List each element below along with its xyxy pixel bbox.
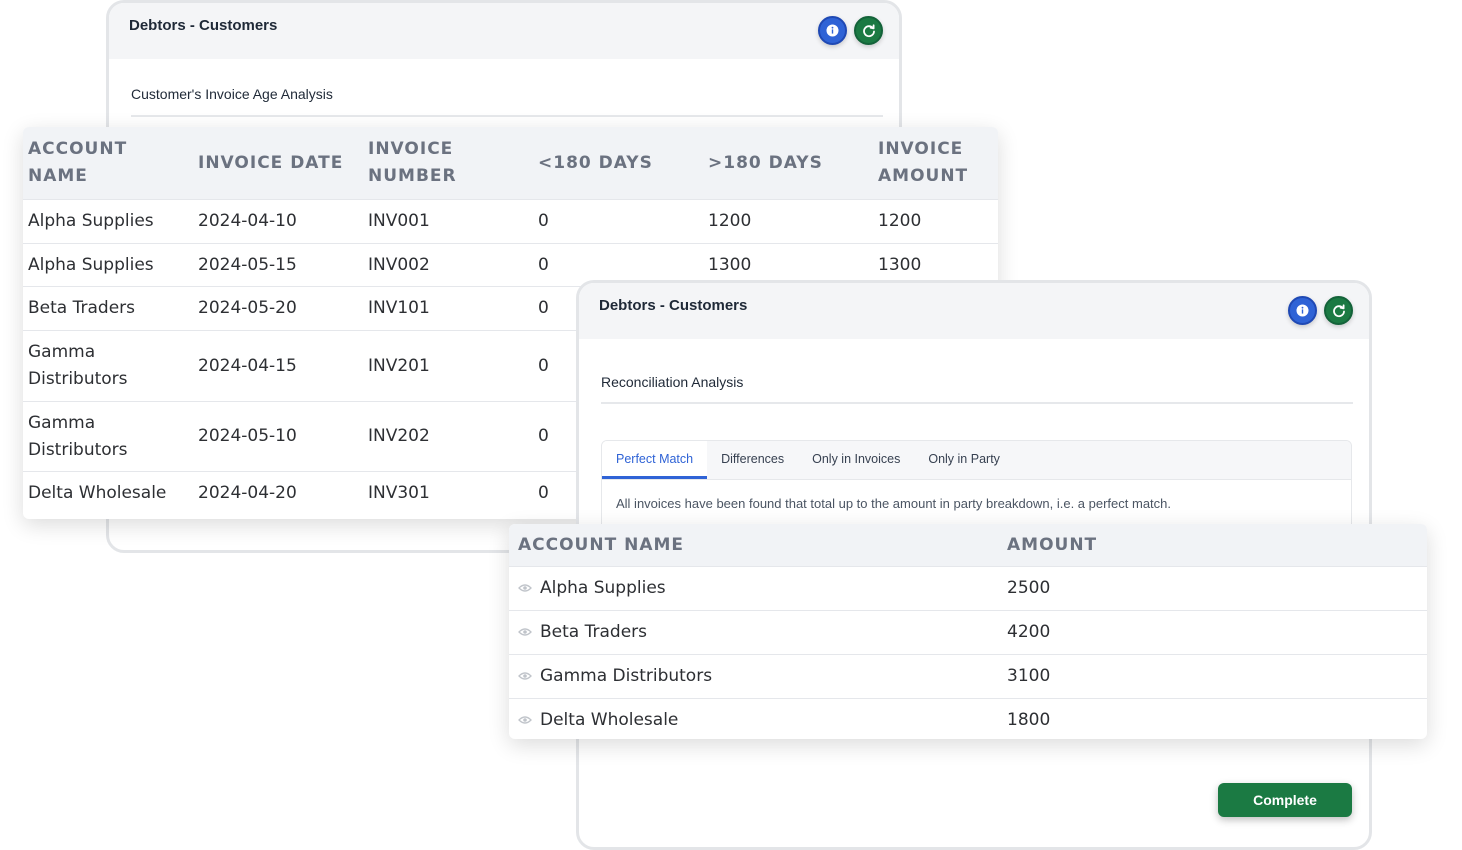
table-cell: INV201: [363, 330, 533, 402]
tab-only-in-invoices[interactable]: Only in Invoices: [798, 441, 914, 479]
table-cell: INV001: [363, 199, 533, 244]
column-header[interactable]: Invoice Number: [363, 127, 533, 200]
table-cell: Alpha Supplies: [509, 566, 998, 611]
table-cell: Beta Traders: [509, 610, 998, 655]
tab-message: All invoices have been found that total …: [616, 496, 1172, 511]
column-header[interactable]: Invoice Amount: [873, 127, 998, 200]
column-header[interactable]: <180 Days: [533, 127, 703, 200]
card-title: Debtors - Customers: [129, 17, 278, 34]
tab-strip: Perfect Match Differences Only in Invoic…: [602, 441, 1351, 480]
account-name: Beta Traders: [540, 622, 647, 642]
table-cell: 0: [533, 199, 703, 244]
table-cell: Gamma Distributors: [509, 654, 998, 699]
table-cell: 3100: [998, 654, 1427, 699]
column-header[interactable]: Account Name: [509, 524, 998, 567]
info-button[interactable]: [818, 16, 847, 45]
refresh-icon: [862, 23, 875, 37]
card-subtitle: Reconciliation Analysis: [601, 374, 744, 390]
table-cell: 4200: [998, 610, 1427, 655]
card-title: Debtors - Customers: [599, 297, 748, 314]
refresh-button[interactable]: [1324, 296, 1353, 325]
column-header[interactable]: Account Name: [23, 127, 193, 200]
table-cell: Alpha Supplies: [23, 199, 193, 244]
table-cell: INV301: [363, 471, 533, 516]
table-cell: INV002: [363, 243, 533, 287]
complete-button[interactable]: Complete: [1218, 783, 1352, 817]
reconciliation-tabs: Perfect Match Differences Only in Invoic…: [601, 440, 1352, 530]
table-row[interactable]: Gamma Distributors 3100: [509, 654, 1427, 699]
table-cell: Gamma Distributors: [23, 401, 193, 472]
table-row[interactable]: Alpha Supplies 2500: [509, 566, 1427, 611]
table-cell: Gamma Distributors: [23, 330, 193, 402]
table-row[interactable]: Beta Traders 4200: [509, 610, 1427, 655]
tab-differences[interactable]: Differences: [707, 441, 798, 479]
column-header[interactable]: Invoice Date: [193, 127, 363, 200]
table-cell: 1800: [998, 698, 1427, 739]
table-cell: INV101: [363, 286, 533, 331]
table-cell: 2024-04-10: [193, 199, 363, 244]
table-cell: Alpha Supplies: [23, 243, 193, 287]
card-subtitle: Customer's Invoice Age Analysis: [131, 86, 333, 102]
tab-only-in-party[interactable]: Only in Party: [914, 441, 1014, 479]
refresh-icon: [1332, 303, 1345, 317]
table-cell: 2024-05-15: [193, 243, 363, 287]
column-header[interactable]: Amount: [998, 524, 1427, 567]
refresh-button[interactable]: [854, 16, 883, 45]
table-cell: INV202: [363, 401, 533, 472]
table-row[interactable]: Delta Wholesale 1800: [509, 698, 1427, 739]
table-cell: 2024-05-20: [193, 286, 363, 331]
column-header[interactable]: >180 Days: [703, 127, 873, 200]
table-cell: Delta Wholesale: [23, 471, 193, 516]
account-name: Alpha Supplies: [540, 578, 666, 598]
table-cell: 1200: [873, 199, 998, 244]
perfect-match-table: Account Name Amount Alpha Supplies 2500: [509, 524, 1427, 739]
info-icon: [826, 24, 839, 37]
subtitle-divider: [131, 115, 883, 117]
table-cell: 2024-05-10: [193, 401, 363, 472]
table-cell: Delta Wholesale: [509, 698, 998, 739]
card-header: Debtors - Customers: [109, 3, 899, 59]
table-header-row: Account Name Invoice Date Invoice Number…: [23, 127, 998, 200]
table-cell: 2500: [998, 566, 1427, 611]
table-header-row: Account Name Amount: [509, 524, 1427, 567]
info-icon: [1296, 304, 1309, 317]
table-cell: 1200: [703, 199, 873, 244]
table-row: Alpha Supplies 2024-04-10 INV001 0 1200 …: [23, 199, 998, 244]
eye-icon[interactable]: [518, 583, 532, 593]
table-cell: 2024-04-15: [193, 330, 363, 402]
card-header: Debtors - Customers: [579, 283, 1369, 339]
tab-perfect-match[interactable]: Perfect Match: [602, 441, 708, 479]
eye-icon[interactable]: [518, 627, 532, 637]
account-name: Gamma Distributors: [540, 666, 713, 686]
table-cell: 2024-04-20: [193, 471, 363, 516]
info-button[interactable]: [1288, 296, 1317, 325]
table-cell: Beta Traders: [23, 286, 193, 331]
eye-icon[interactable]: [518, 671, 532, 681]
eye-icon[interactable]: [518, 715, 532, 725]
subtitle-divider: [601, 402, 1353, 404]
account-name: Delta Wholesale: [540, 710, 679, 730]
